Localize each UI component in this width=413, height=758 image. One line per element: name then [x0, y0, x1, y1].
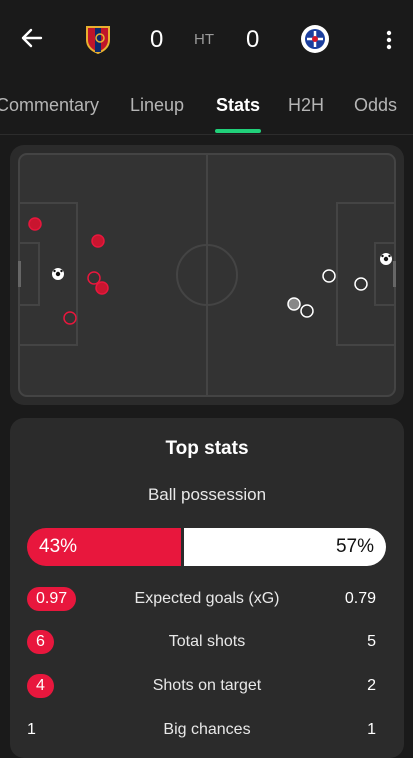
away-goal-ball-icon[interactable] — [380, 253, 392, 265]
tab-odds[interactable]: Odds — [354, 95, 397, 116]
shot-map-card — [10, 145, 404, 405]
stat-row-shots-on-target: 4 Shots on target 2 — [10, 674, 404, 700]
tab-stats[interactable]: Stats — [216, 95, 260, 116]
away-stat-value: 2 — [367, 677, 376, 694]
tab-lineup[interactable]: Lineup — [130, 95, 184, 116]
match-tabs: Commentary Lineup Stats H2H Odds — [0, 82, 413, 135]
match-header: 0 HT 0 — [0, 0, 413, 80]
away-stat-value: 1 — [367, 721, 376, 738]
tab-h2h[interactable]: H2H — [288, 95, 324, 116]
away-team-crest-icon[interactable] — [300, 24, 330, 54]
tab-commentary[interactable]: Commentary — [0, 95, 99, 116]
back-arrow-icon[interactable] — [18, 24, 46, 52]
possession-bar: 43% 57% — [27, 528, 386, 566]
stat-name: Shots on target — [152, 677, 262, 694]
ball-possession-label: Ball possession — [147, 485, 267, 504]
stat-row-xg: 0.97 Expected goals (xG) 0.79 — [10, 587, 404, 613]
stat-row-big-chances: 1 Big chances 1 — [10, 718, 404, 744]
home-score: 0 — [150, 26, 164, 53]
home-goal-ball-icon[interactable] — [52, 268, 64, 280]
home-shot-marker[interactable] — [95, 281, 109, 295]
active-tab-indicator — [215, 129, 261, 133]
top-stats-title: Top stats — [165, 438, 249, 459]
home-shot-marker[interactable] — [28, 217, 42, 231]
away-score: 0 — [246, 26, 260, 53]
away-possession: 57% — [184, 528, 386, 566]
away-stat-value: 0.79 — [344, 590, 376, 607]
match-status: HT — [194, 31, 214, 48]
home-team-crest-icon[interactable] — [83, 24, 113, 54]
away-stat-value: 5 — [367, 633, 376, 650]
away-shot-marker[interactable] — [287, 297, 301, 311]
home-shot-marker[interactable] — [91, 234, 105, 248]
home-possession: 43% — [27, 528, 182, 566]
shot-map-pitch[interactable] — [18, 153, 396, 397]
more-vertical-icon[interactable] — [379, 26, 399, 54]
stat-name: Total shots — [168, 633, 246, 650]
stat-name: Big chances — [163, 721, 251, 738]
stat-row-total-shots: 6 Total shots 5 — [10, 630, 404, 656]
top-stats-card: Top stats Ball possession 43% 57% 0.97 E… — [10, 418, 404, 758]
